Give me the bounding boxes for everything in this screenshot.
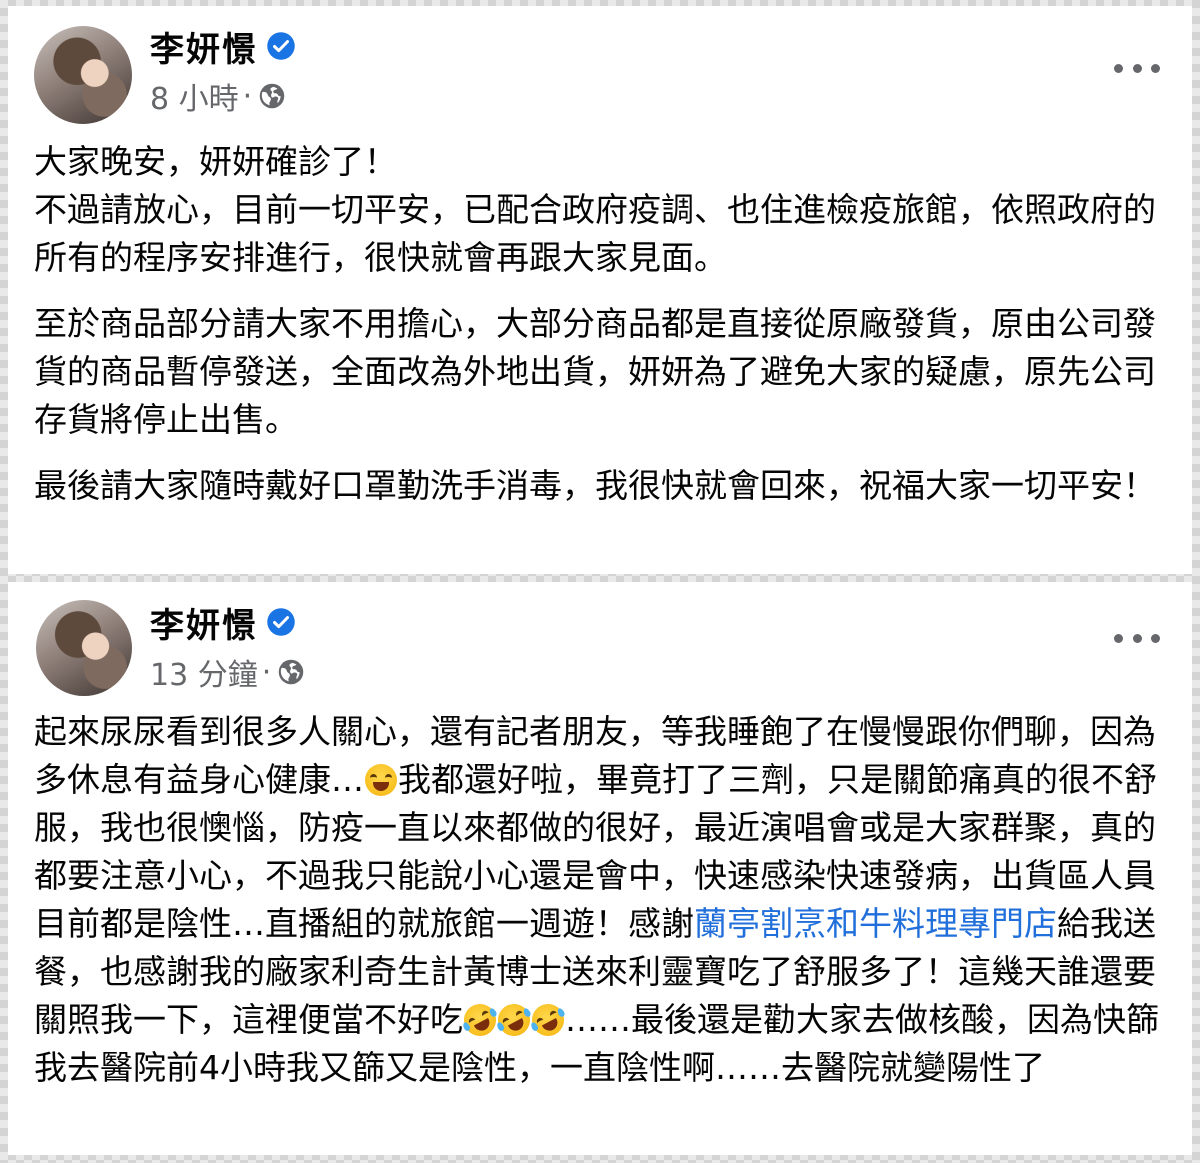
rofl-emoji-icon (458, 998, 502, 1042)
restaurant-page-link[interactable]: 蘭亭割烹和牛料理專門店 (694, 904, 1057, 943)
more-options-button[interactable] (1114, 626, 1160, 650)
post-paragraph: 最後請大家隨時戴好口罩勤洗手消毒，我很快就會回來，祝福大家一切平安！ (34, 466, 1156, 505)
post-paragraph: 至於商品部分請大家不用擔心，大部分商品都是直接從原廠發貨，原由公司發貨的商品暫停… (34, 304, 1156, 439)
avatar[interactable] (36, 600, 132, 696)
post-paragraph: 大家晚安，妍妍確診了！ 不過請放心，目前一切平安，已配合政府疫調、也住進檢疫旅館… (34, 142, 1156, 277)
meta-separator: · (242, 78, 253, 114)
verified-badge-icon (267, 32, 295, 60)
author-name[interactable]: 李妍憬 (150, 598, 258, 647)
more-dot-icon (1132, 633, 1142, 643)
more-dot-icon (1151, 633, 1160, 643)
post-timestamp[interactable]: 13 分鐘 (150, 650, 258, 694)
grinning-squinting-emoji-icon (365, 764, 397, 796)
author-name[interactable]: 李妍憬 (150, 22, 258, 71)
post-card: 李妍憬 13 分鐘 · 起來尿尿看到很多人關心，還有記者朋友，等我睡飽了在慢慢跟… (8, 582, 1192, 1155)
post-header: 李妍憬 (150, 598, 296, 647)
post-header: 李妍憬 (150, 22, 296, 71)
rofl-emoji-icon (526, 998, 570, 1042)
globe-icon[interactable] (258, 82, 286, 110)
avatar[interactable] (34, 26, 132, 124)
post-timestamp[interactable]: 8 小時 (150, 74, 239, 118)
more-dot-icon (1114, 63, 1123, 73)
globe-icon[interactable] (277, 658, 305, 686)
meta-separator: · (261, 654, 272, 690)
more-options-button[interactable] (1114, 56, 1160, 80)
post-meta: 8 小時 · (150, 74, 286, 118)
verified-badge-icon (267, 608, 295, 636)
post-card: 李妍憬 8 小時 · 大家晚安，妍妍確診了！ 不過請放心，目前一切平安，已配合政… (8, 6, 1192, 574)
more-dot-icon (1114, 633, 1123, 643)
post-meta: 13 分鐘 · (150, 650, 305, 694)
more-dot-icon (1151, 63, 1160, 73)
post-body: 大家晚安，妍妍確診了！ 不過請放心，目前一切平安，已配合政府疫調、也住進檢疫旅館… (34, 138, 1174, 510)
post-paragraph: 起來尿尿看到很多人關心，還有記者朋友，等我睡飽了在慢慢跟你們聊，因為多休息有益身… (34, 708, 1174, 1092)
more-dot-icon (1132, 63, 1142, 73)
post-body: 起來尿尿看到很多人關心，還有記者朋友，等我睡飽了在慢慢跟你們聊，因為多休息有益身… (34, 708, 1174, 1092)
rofl-emoji-icon (492, 998, 536, 1042)
